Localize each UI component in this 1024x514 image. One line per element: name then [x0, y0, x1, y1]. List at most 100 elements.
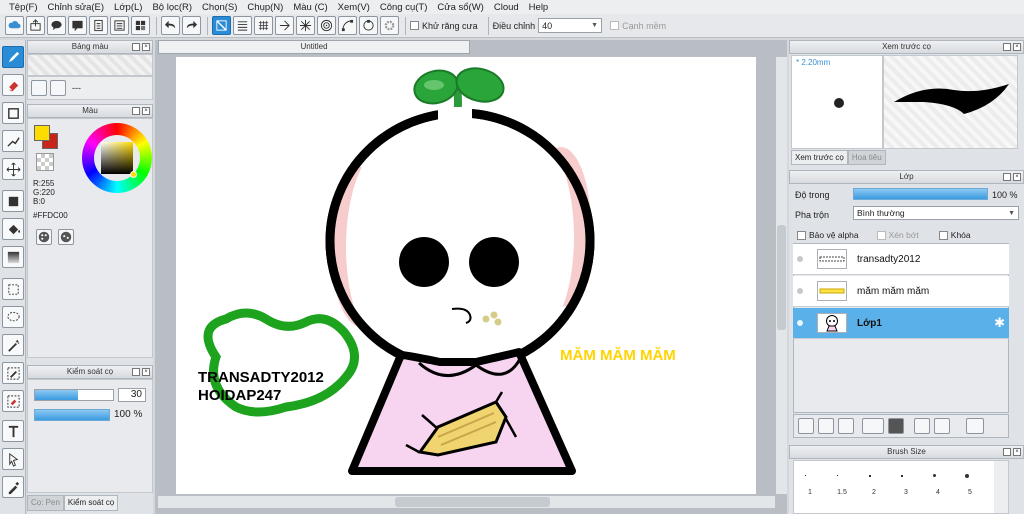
move-tool[interactable]: [2, 158, 24, 180]
shape-tool[interactable]: [2, 102, 24, 124]
menu-file[interactable]: Tệp(F): [4, 2, 43, 13]
text-tool[interactable]: [2, 420, 24, 442]
saturation-value-square[interactable]: [101, 142, 133, 174]
tab-brush-control[interactable]: Kiểm soát cọ: [63, 495, 119, 511]
adjust-input[interactable]: 40 ▼: [538, 18, 603, 33]
palette-add-button[interactable]: [31, 80, 47, 96]
brush-size-option[interactable]: 5: [954, 489, 986, 496]
document-tab[interactable]: Untitled: [158, 40, 470, 54]
grid-button[interactable]: [131, 16, 150, 35]
snap-parallel-button[interactable]: [233, 16, 252, 35]
snap-burst-button[interactable]: [296, 16, 315, 35]
fill-rect-tool[interactable]: [2, 190, 24, 212]
palette-delete-button[interactable]: [50, 80, 66, 96]
color-mode-button[interactable]: [36, 229, 52, 245]
panel-float-icon[interactable]: [1003, 173, 1011, 181]
menu-edit[interactable]: Chỉnh sửa(E): [43, 2, 110, 13]
eraser-tool[interactable]: [2, 74, 24, 96]
panel-close-icon[interactable]: ×: [1013, 173, 1021, 181]
snap-off-button[interactable]: [212, 16, 231, 35]
antialias-checkbox[interactable]: [410, 21, 419, 30]
brush-size-option[interactable]: 3: [890, 489, 922, 496]
panel-close-icon[interactable]: ×: [1013, 43, 1021, 51]
redo-button[interactable]: [182, 16, 201, 35]
comment-button[interactable]: [47, 16, 66, 35]
visibility-icon[interactable]: [797, 320, 803, 326]
line-tool[interactable]: [2, 130, 24, 152]
tab-pen[interactable]: Cọ: Pen: [27, 495, 64, 511]
cloud-button[interactable]: [5, 16, 24, 35]
duplicate-layer-button[interactable]: [914, 418, 930, 434]
document-button[interactable]: [89, 16, 108, 35]
snap-settings-button[interactable]: [380, 16, 399, 35]
brush-opacity-slider[interactable]: [34, 409, 110, 421]
layer-row-selected[interactable]: Lớp1 ✱: [793, 308, 1009, 339]
snap-circle-button[interactable]: [317, 16, 336, 35]
menu-capture[interactable]: Chụp(N): [242, 2, 288, 13]
foreground-color-swatch[interactable]: [34, 125, 50, 141]
brush-size-option[interactable]: 1: [794, 489, 826, 496]
message-button[interactable]: [68, 16, 87, 35]
menu-filter[interactable]: Bộ lọc(R): [147, 2, 197, 13]
trash-icon[interactable]: [966, 418, 984, 434]
color-history-button[interactable]: [58, 229, 74, 245]
brush-size-option[interactable]: 4: [922, 489, 954, 496]
protect-alpha-checkbox[interactable]: [797, 230, 806, 240]
snap-grid-button[interactable]: [254, 16, 273, 35]
blend-mode-select[interactable]: Bình thường ▼: [853, 206, 1019, 220]
drawing-canvas[interactable]: TRANSADTY2012 HOIDAP247 MĂM MĂM MĂM: [176, 57, 756, 494]
clipping-checkbox[interactable]: [876, 230, 886, 240]
new-layer-button[interactable]: [798, 418, 814, 434]
panel-close-icon[interactable]: ×: [142, 368, 150, 376]
menu-layer[interactable]: Lớp(L): [109, 2, 147, 13]
gradient-tool[interactable]: [2, 246, 24, 268]
layer-opacity-slider[interactable]: [853, 188, 988, 200]
tab-brush-preview[interactable]: Xem trước cọ: [791, 150, 848, 165]
select-pen-tool[interactable]: [2, 362, 24, 384]
transparent-color-swatch[interactable]: [36, 153, 54, 171]
merge-layer-button[interactable]: [934, 418, 950, 434]
eyedropper-tool[interactable]: [2, 476, 24, 498]
menu-tools[interactable]: Công cụ(T): [375, 2, 433, 13]
color-wheel[interactable]: [82, 123, 152, 193]
pen-tool[interactable]: [2, 46, 24, 68]
vertical-scroll-thumb[interactable]: [777, 225, 786, 330]
menu-window[interactable]: Cửa sổ(W): [432, 2, 488, 13]
panel-float-icon[interactable]: [1003, 43, 1011, 51]
lock-checkbox[interactable]: [938, 230, 948, 240]
layer-row[interactable]: transadty2012: [793, 244, 1009, 275]
export-button[interactable]: [26, 16, 45, 35]
menu-color[interactable]: Màu (C): [288, 2, 332, 13]
panel-close-icon[interactable]: ×: [142, 43, 150, 51]
panel-float-icon[interactable]: [132, 368, 140, 376]
panel-close-icon[interactable]: ×: [142, 107, 150, 115]
layer-row[interactable]: măm măm măm: [793, 276, 1009, 307]
menu-select[interactable]: Chọn(S): [197, 2, 242, 13]
menu-help[interactable]: Help: [524, 2, 554, 13]
hand-tool[interactable]: [2, 448, 24, 470]
select-rect-tool[interactable]: [2, 278, 24, 300]
undo-button[interactable]: [161, 16, 180, 35]
tab-navigator[interactable]: Hoa tiêu: [847, 150, 886, 165]
panel-float-icon[interactable]: [1003, 448, 1011, 456]
menu-view[interactable]: Xem(V): [333, 2, 375, 13]
brush-size-option[interactable]: 1.5: [826, 489, 858, 496]
horizontal-scroll-thumb[interactable]: [395, 497, 550, 507]
new-text-layer-button[interactable]: [838, 418, 854, 434]
new-vector-layer-button[interactable]: [818, 418, 834, 434]
snap-curve-button[interactable]: [338, 16, 357, 35]
panel-close-icon[interactable]: ×: [1013, 448, 1021, 456]
list-button[interactable]: [110, 16, 129, 35]
gear-icon[interactable]: ✱: [994, 315, 1005, 331]
panel-float-icon[interactable]: [132, 107, 140, 115]
palette-swatches[interactable]: [27, 54, 153, 76]
brush-size-input[interactable]: 30: [118, 388, 146, 402]
menu-cloud[interactable]: Cloud: [489, 2, 524, 13]
brush-size-grid[interactable]: 1 1.5 2 3 4 5: [793, 460, 1009, 514]
snap-ellipse-button[interactable]: [359, 16, 378, 35]
select-eraser-tool[interactable]: [2, 390, 24, 412]
snap-radial-button[interactable]: [275, 16, 294, 35]
magic-wand-tool[interactable]: [2, 334, 24, 356]
lasso-tool[interactable]: [2, 306, 24, 328]
visibility-icon[interactable]: [797, 288, 803, 294]
